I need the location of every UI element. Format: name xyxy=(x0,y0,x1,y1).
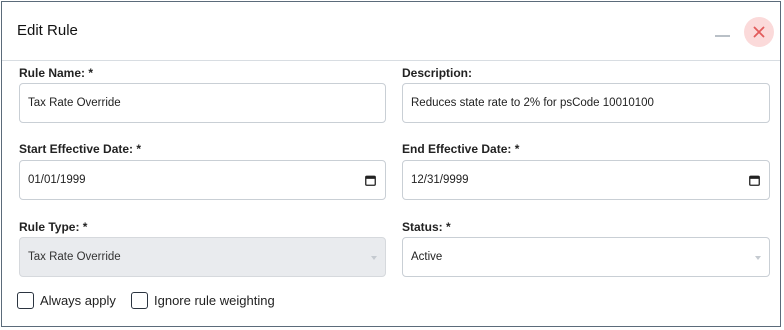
minimize-icon[interactable] xyxy=(715,35,730,37)
ignore-weighting-checkbox[interactable] xyxy=(131,292,148,309)
description-label: Description: xyxy=(402,66,473,80)
always-apply-option[interactable]: Always apply xyxy=(17,292,116,309)
close-button[interactable] xyxy=(744,17,774,47)
rule-type-label: Rule Type: * xyxy=(19,220,88,234)
start-date-label: Start Effective Date: * xyxy=(19,142,142,156)
status-value: Active xyxy=(411,251,443,263)
ignore-weighting-option[interactable]: Ignore rule weighting xyxy=(131,292,275,309)
rule-type-value: Tax Rate Override xyxy=(28,251,121,263)
close-icon xyxy=(753,26,765,38)
end-date-input[interactable]: 12/31/9999 xyxy=(402,160,770,200)
description-input[interactable]: Reduces state rate to 2% for psCode 1001… xyxy=(402,83,770,123)
dialog-title: Edit Rule xyxy=(17,22,78,39)
status-label: Status: * xyxy=(402,220,451,234)
rule-name-value: Tax Rate Override xyxy=(28,97,121,109)
chevron-down-icon xyxy=(371,256,377,260)
rule-name-input[interactable]: Tax Rate Override xyxy=(19,83,386,123)
calendar-icon[interactable] xyxy=(365,175,376,186)
start-date-value: 01/01/1999 xyxy=(28,174,86,186)
rule-type-select: Tax Rate Override xyxy=(19,237,386,277)
ignore-weighting-label[interactable]: Ignore rule weighting xyxy=(154,293,275,308)
dialog-header: Edit Rule xyxy=(2,2,780,61)
start-date-input[interactable]: 01/01/1999 xyxy=(19,160,386,200)
rule-name-label: Rule Name: * xyxy=(19,66,94,80)
edit-rule-dialog: Edit Rule Rule Name: * Tax Rate Override… xyxy=(1,1,781,327)
chevron-down-icon[interactable] xyxy=(755,256,761,260)
description-value: Reduces state rate to 2% for psCode 1001… xyxy=(411,97,654,109)
end-date-value: 12/31/9999 xyxy=(411,174,469,186)
status-select[interactable]: Active xyxy=(402,237,770,277)
calendar-icon[interactable] xyxy=(749,175,760,186)
end-date-label: End Effective Date: * xyxy=(402,142,520,156)
always-apply-checkbox[interactable] xyxy=(17,292,34,309)
always-apply-label[interactable]: Always apply xyxy=(40,293,116,308)
